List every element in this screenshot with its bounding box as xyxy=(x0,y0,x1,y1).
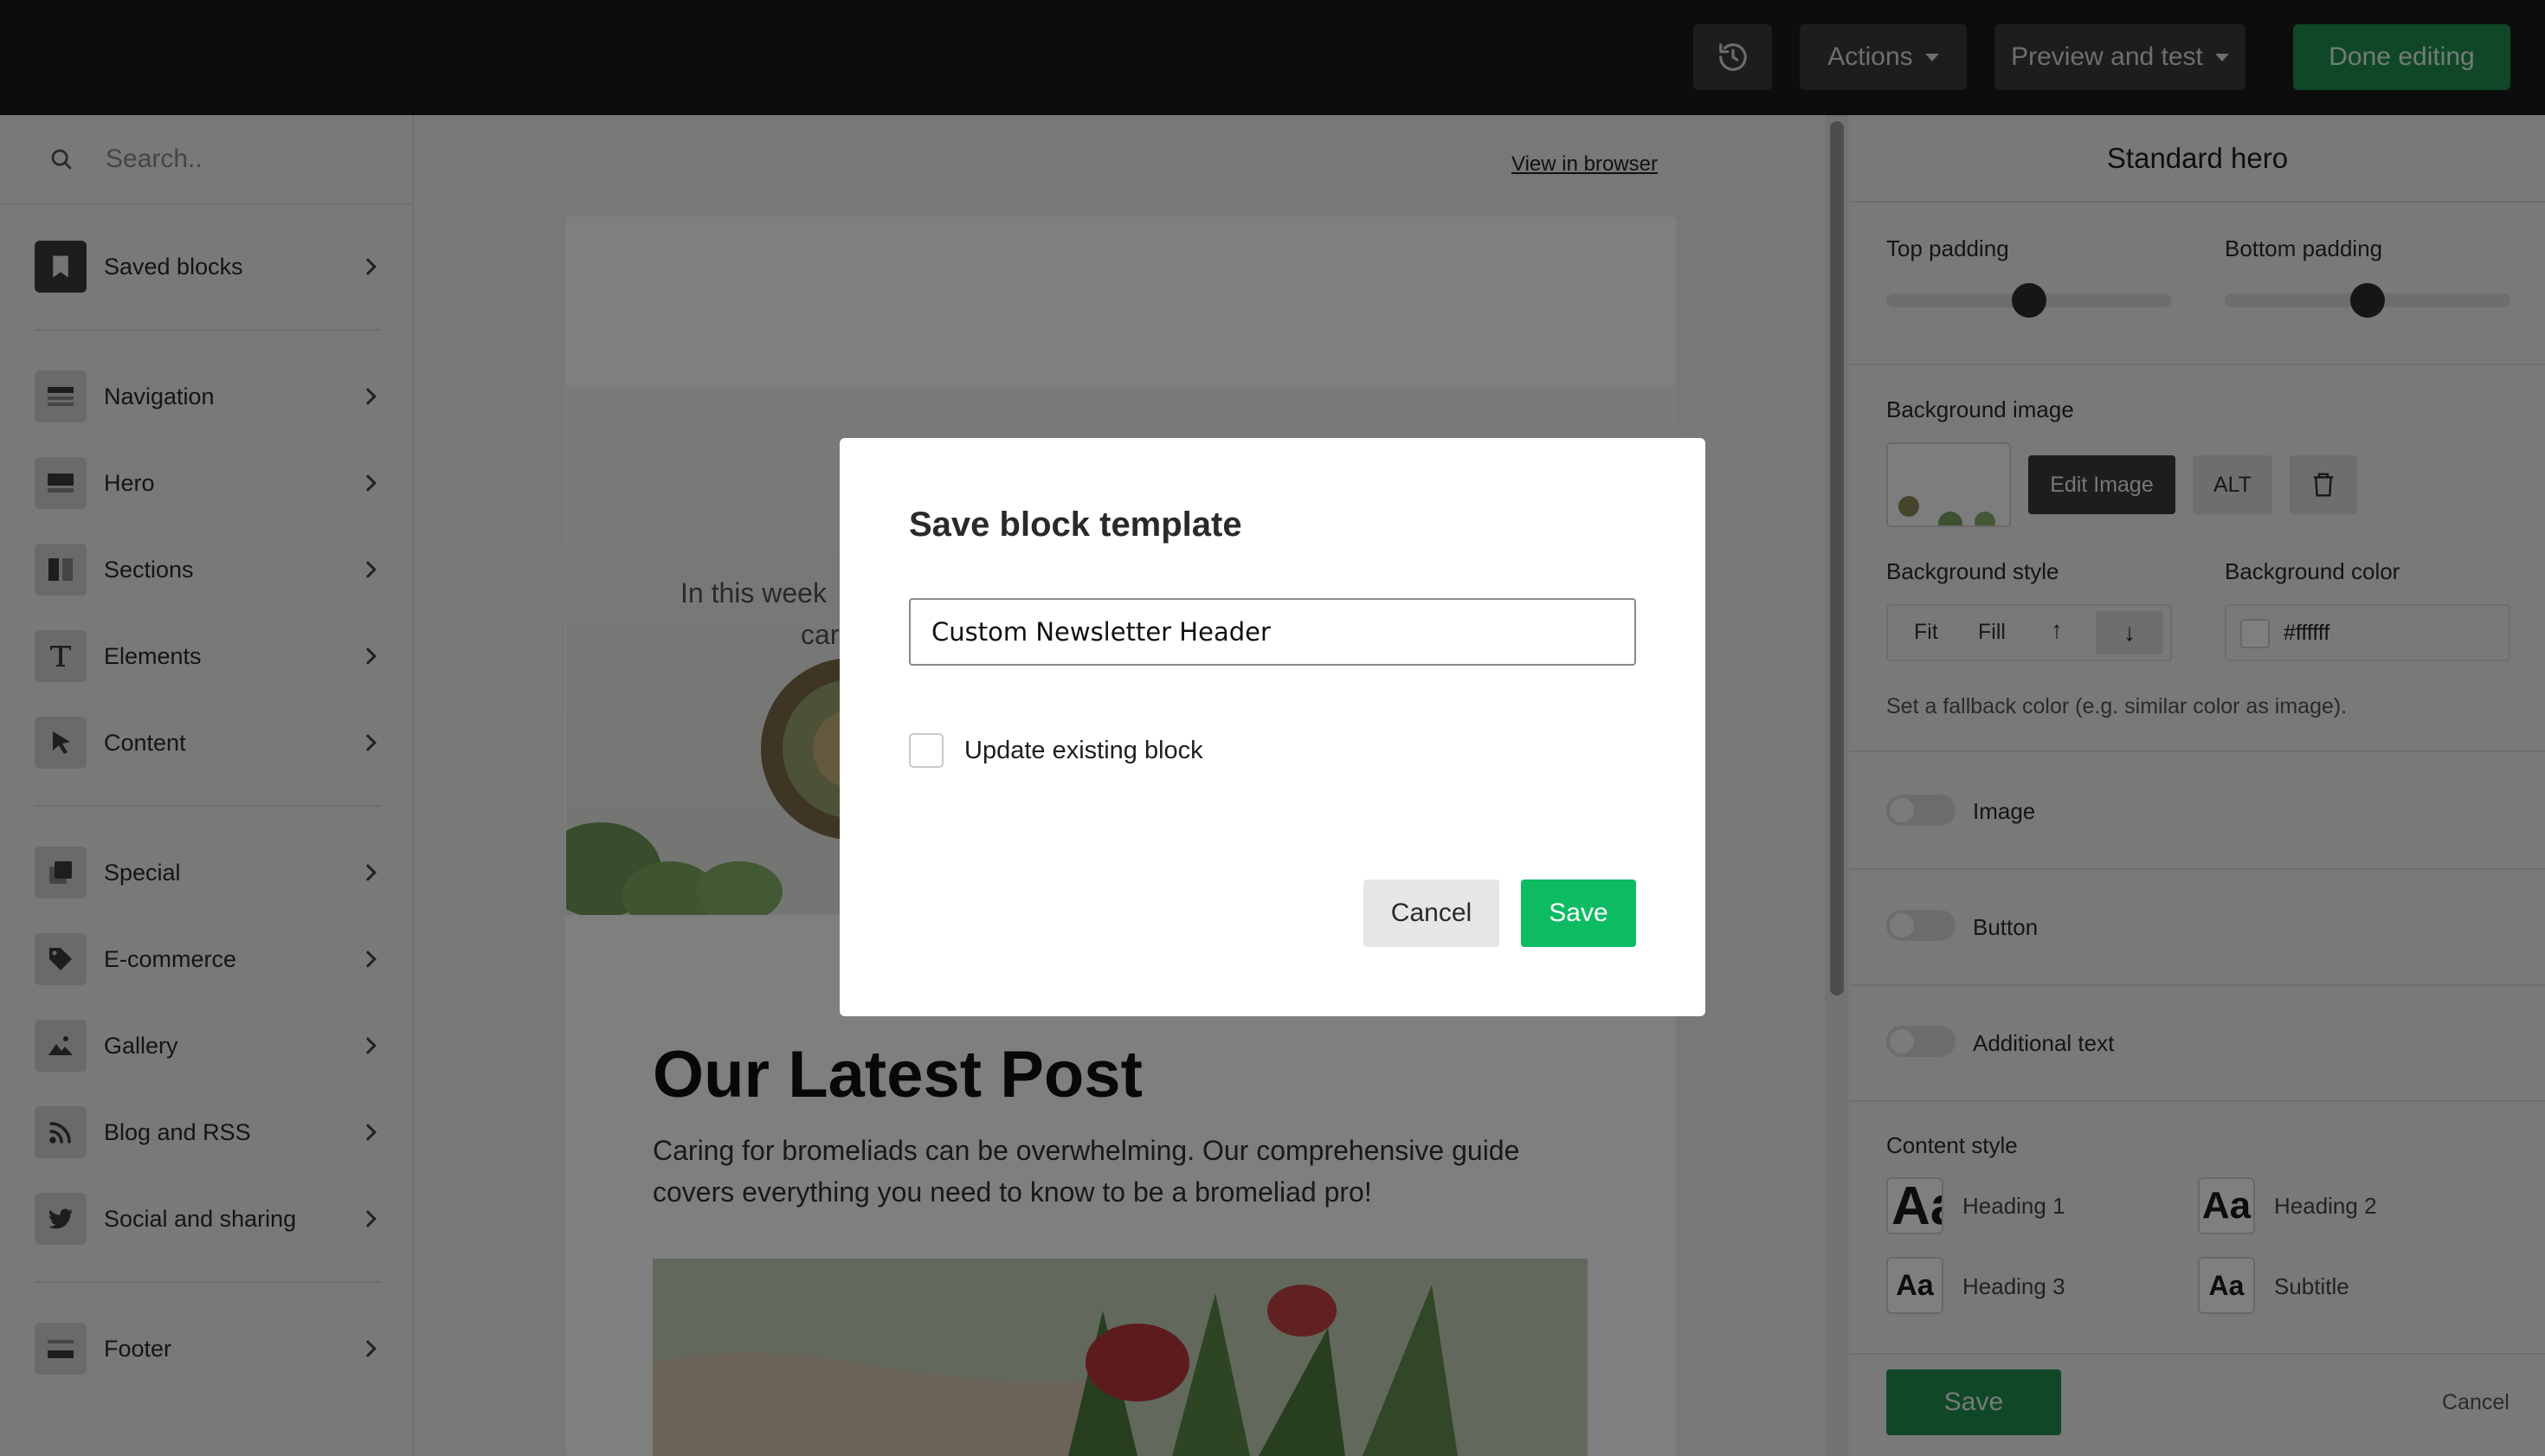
dialog-save-button[interactable]: Save xyxy=(1521,879,1636,947)
update-existing-checkbox[interactable] xyxy=(909,733,944,768)
update-existing-label[interactable]: Update existing block xyxy=(964,737,1203,765)
dialog-title: Save block template xyxy=(909,506,1242,544)
save-block-template-dialog: Save block template Update existing bloc… xyxy=(840,438,1705,1016)
dialog-cancel-button[interactable]: Cancel xyxy=(1363,879,1499,947)
template-name-input[interactable] xyxy=(909,598,1636,666)
